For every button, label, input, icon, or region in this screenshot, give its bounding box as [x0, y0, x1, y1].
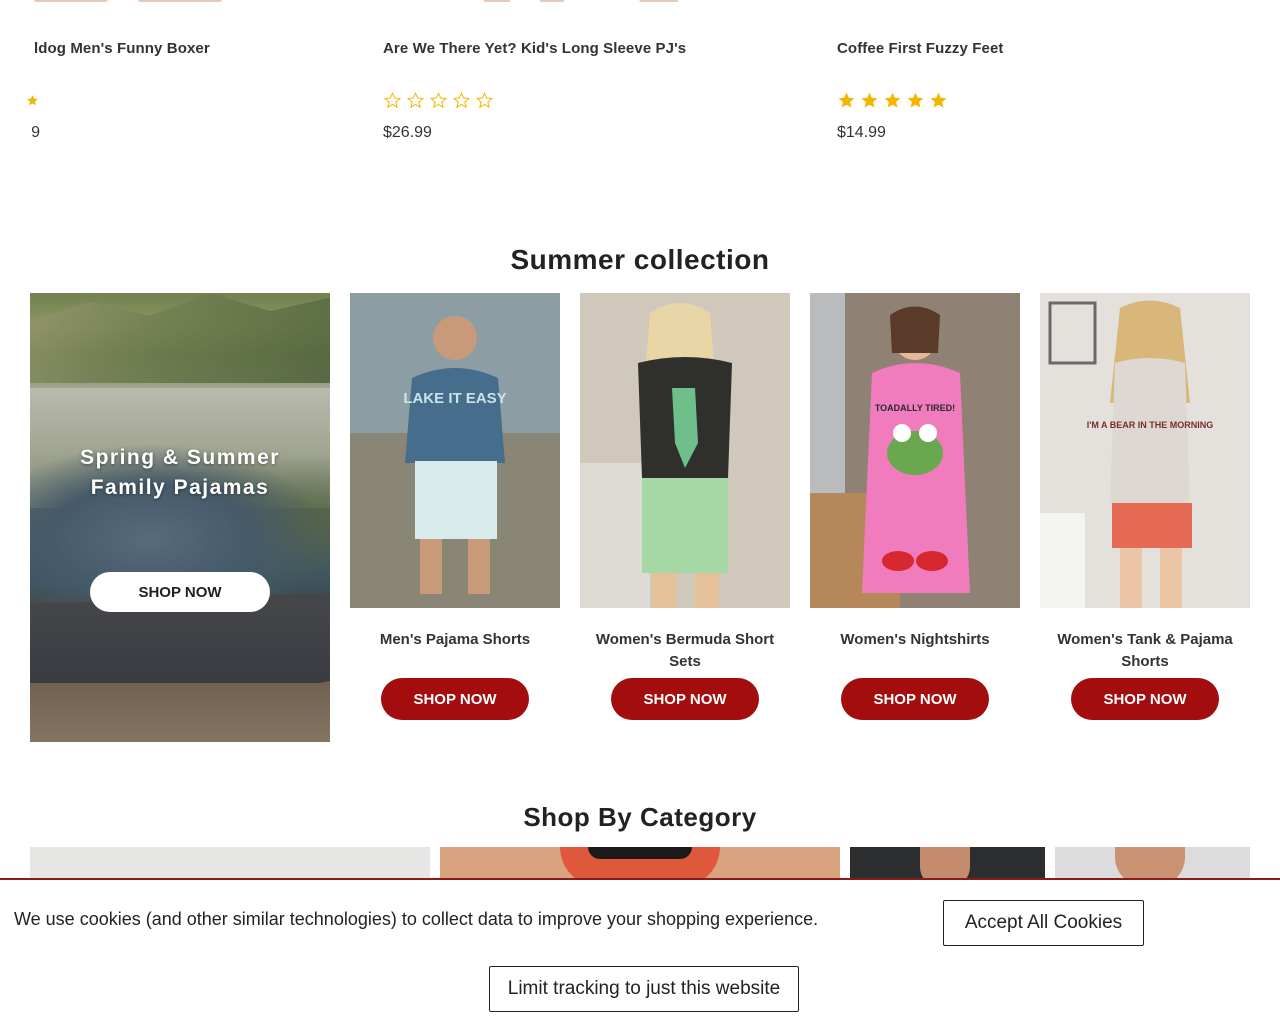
product-name[interactable]: Coffee First Fuzzy Feet — [837, 40, 1004, 57]
product-card[interactable]: Coffee First Fuzzy Feet $14.99 — [837, 0, 1257, 170]
product-card[interactable]: ldog Men's Funny Boxer 9 — [0, 0, 274, 170]
star-empty-icon — [383, 91, 402, 109]
card-label[interactable]: Women's Tank & Pajama Shorts — [1040, 629, 1250, 673]
shop-now-button[interactable]: SHOP NOW — [381, 678, 529, 720]
cookie-consent-banner: We use cookies (and other similar techno… — [0, 878, 1280, 1024]
product-price: $26.99 — [383, 124, 432, 141]
category-card-womens-tank-pajama-shorts[interactable]: I'M A BEAR IN THE MORNING Women's Tank &… — [1040, 293, 1250, 720]
star-filled-icon — [838, 92, 855, 108]
shop-now-button[interactable]: SHOP NOW — [611, 678, 759, 720]
man-in-pajamas-illustration: LAKE IT EASY — [350, 293, 560, 608]
category-tile-collar — [588, 847, 692, 859]
shop-now-button[interactable]: SHOP NOW — [841, 678, 989, 720]
hero-title-line: Spring & Summer — [80, 446, 280, 469]
limit-tracking-button[interactable]: Limit tracking to just this website — [489, 966, 799, 1012]
category-card-womens-bermuda-short-sets[interactable]: Women's Bermuda Short Sets SHOP NOW — [580, 293, 790, 720]
star-empty-icon — [406, 91, 425, 109]
card-label[interactable]: Women's Nightshirts — [810, 629, 1020, 673]
product-name[interactable]: Are We There Yet? Kid's Long Sleeve PJ's — [383, 40, 686, 57]
star-filled-icon — [907, 92, 924, 108]
woman-in-bermuda-set-illustration — [580, 293, 790, 608]
cookie-message: We use cookies (and other similar techno… — [14, 909, 819, 929]
product-photo[interactable]: LAKE IT EASY — [350, 293, 560, 608]
star-empty-icon — [429, 91, 448, 109]
hero-title-line: Family Pajamas — [90, 476, 270, 499]
accept-all-cookies-button[interactable]: Accept All Cookies — [943, 900, 1144, 946]
summer-collection-heading: Summer collection — [510, 244, 770, 275]
hero-overlay — [30, 293, 330, 742]
product-photo[interactable] — [580, 293, 790, 608]
product-image[interactable] — [34, 0, 222, 2]
product-image[interactable] — [483, 0, 679, 2]
product-photo[interactable]: I'M A BEAR IN THE MORNING — [1040, 293, 1250, 608]
product-photo[interactable]: TOADALLY TIRED! — [810, 293, 1020, 608]
star-filled-icon — [930, 92, 947, 108]
woman-in-nightshirt-illustration: TOADALLY TIRED! — [810, 293, 1020, 608]
star-empty-icon — [452, 91, 471, 109]
star-empty-icon — [475, 91, 494, 109]
hero-shop-now-button[interactable]: SHOP NOW — [90, 572, 270, 612]
shop-now-button[interactable]: SHOP NOW — [1071, 678, 1219, 720]
shirt-print: TOADALLY TIRED! — [875, 403, 955, 413]
product-card[interactable]: Are We There Yet? Kid's Long Sleeve PJ's… — [383, 0, 803, 170]
woman-in-tank-set-illustration: I'M A BEAR IN THE MORNING — [1040, 293, 1250, 608]
category-card-mens-pajama-shorts[interactable]: LAKE IT EASY Men's Pajama Shorts SHOP NO… — [350, 293, 560, 720]
card-label[interactable]: Women's Bermuda Short Sets — [580, 629, 790, 673]
shirt-print: LAKE IT EASY — [403, 390, 506, 407]
card-label[interactable]: Men's Pajama Shorts — [350, 629, 560, 673]
product-price: $14.99 — [837, 124, 886, 141]
product-price: 9 — [31, 124, 40, 141]
star-filled-icon — [884, 92, 901, 108]
shirt-print: I'M A BEAR IN THE MORNING — [1087, 420, 1213, 430]
product-rating — [837, 91, 948, 110]
shop-by-category-heading: Shop By Category — [523, 802, 757, 832]
category-card-womens-nightshirts[interactable]: TOADALLY TIRED! Women's Nightshirts SHOP… — [810, 293, 1020, 720]
product-name[interactable]: ldog Men's Funny Boxer — [34, 40, 394, 57]
hero-title: Spring & Summer Family Pajamas — [30, 443, 330, 503]
star-filled-icon — [861, 92, 878, 108]
hero-banner-family-pajamas[interactable]: Spring & Summer Family Pajamas SHOP NOW — [30, 293, 330, 742]
product-carousel: ldog Men's Funny Boxer 9 Are We There Ye… — [0, 0, 1280, 170]
product-rating — [383, 91, 494, 110]
product-rating — [26, 91, 39, 110]
star-filled-icon — [27, 95, 38, 106]
